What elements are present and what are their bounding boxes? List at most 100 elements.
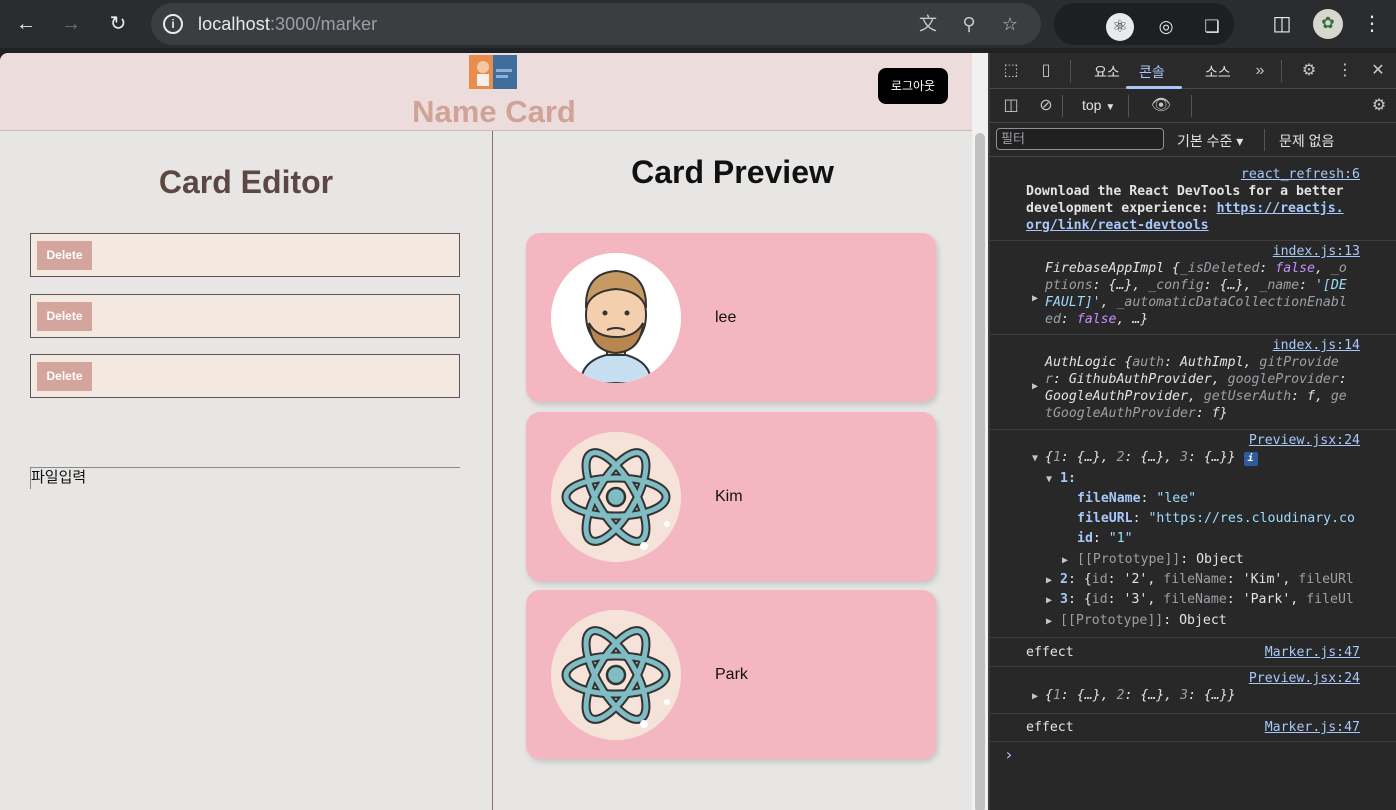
sidebar-toggle-icon[interactable]: ◫: [1000, 96, 1022, 116]
expand-triangle-icon[interactable]: ▶: [1062, 555, 1068, 566]
translate-icon[interactable]: 文: [916, 12, 940, 36]
object-property: fileURL: "https://res.cloudinary.co: [1077, 511, 1355, 526]
separator: [1264, 129, 1265, 151]
object-property[interactable]: [[Prototype]]: Object: [1077, 552, 1244, 567]
separator: [1281, 60, 1282, 82]
message-text: Download the React DevTools for a better: [1026, 184, 1344, 199]
expand-triangle-icon[interactable]: ▶: [1046, 616, 1052, 627]
object-preview[interactable]: FAULT]', _automaticDataCollectionEnabl: [1045, 295, 1347, 310]
more-menu-icon[interactable]: ⋮: [1358, 10, 1386, 38]
expand-triangle-icon[interactable]: ▶: [1046, 575, 1052, 586]
inspect-element-icon[interactable]: ⬚: [1000, 61, 1022, 81]
object-preview[interactable]: r: GithubAuthProvider, googleProvider:: [1045, 372, 1347, 387]
object-property[interactable]: [[Prototype]]: Object: [1060, 613, 1227, 628]
tab-sources[interactable]: 소스: [1205, 62, 1231, 82]
preview-card: lee: [526, 233, 936, 402]
object-preview[interactable]: ed: false, …}: [1045, 312, 1148, 327]
collapse-triangle-icon[interactable]: ▼: [1032, 453, 1038, 464]
delete-button[interactable]: Delete: [37, 302, 92, 331]
device-toolbar-icon[interactable]: ▯: [1035, 61, 1057, 81]
source-link[interactable]: index.js:14: [1273, 338, 1360, 353]
react-extension-icon[interactable]: ⚛: [1106, 13, 1134, 41]
close-devtools-icon[interactable]: ✕: [1367, 61, 1389, 81]
object-preview[interactable]: GoogleAuthProvider, getUserAuth: f, ge: [1045, 389, 1347, 404]
object-property[interactable]: 2: {id: '2', fileName: 'Kim', fileURl: [1060, 572, 1354, 587]
source-link[interactable]: Preview.jsx:24: [1249, 671, 1360, 686]
address-bar[interactable]: i localhost:3000/marker 文 ⚲ ☆: [151, 3, 1041, 45]
object-preview[interactable]: {1: {…}, 2: {…}, 3: {…}} i: [1045, 450, 1258, 466]
info-badge-icon[interactable]: i: [1243, 452, 1258, 466]
issues-count[interactable]: 문제 없음: [1279, 131, 1334, 151]
clear-console-icon[interactable]: ⊘: [1035, 96, 1057, 116]
url-text[interactable]: localhost:3000/marker: [198, 14, 377, 35]
logout-button[interactable]: 로그아웃: [878, 68, 948, 104]
zoom-icon[interactable]: ⚲: [957, 12, 981, 36]
forward-arrow-icon[interactable]: →: [57, 10, 85, 38]
console-prompt-icon[interactable]: ›: [1004, 745, 1014, 764]
separator: [1191, 95, 1192, 117]
filter-input[interactable]: 필터: [996, 128, 1164, 150]
more-options-icon[interactable]: ⋮: [1334, 61, 1356, 81]
devtools-link[interactable]: https://reactjs.: [1217, 201, 1344, 216]
object-preview[interactable]: {1: {…}, 2: {…}, 3: {…}}: [1045, 688, 1236, 703]
tab-console[interactable]: 콘솔: [1139, 62, 1165, 82]
expand-triangle-icon[interactable]: ▶: [1046, 595, 1052, 606]
card-preview: Card Preview lee Kim Park: [493, 131, 972, 810]
collapse-triangle-icon[interactable]: ▼: [1046, 474, 1052, 485]
object-property[interactable]: 3: {id: '3', fileName: 'Park', fileUl: [1060, 592, 1354, 607]
separator: [1062, 95, 1063, 117]
preview-title: Card Preview: [631, 154, 834, 190]
devtools-link[interactable]: org/link/react-devtools: [1026, 218, 1209, 233]
back-arrow-icon[interactable]: ←: [12, 10, 40, 38]
console-message: effect Marker.js:47: [990, 638, 1396, 667]
side-panel-icon[interactable]: ◫: [1268, 10, 1296, 38]
source-link[interactable]: Marker.js:47: [1265, 645, 1360, 660]
object-preview[interactable]: tGoogleAuthProvider: f}: [1045, 406, 1228, 421]
reload-icon[interactable]: ↻: [104, 10, 132, 38]
name-card-logo: [469, 55, 517, 89]
console-settings-gear-icon[interactable]: ⚙: [1368, 96, 1390, 116]
delete-button[interactable]: Delete: [37, 362, 92, 391]
devtools-panel: ⬚ ▯ 요소 콘솔 소스 » ⚙ ⋮ ✕ ◫ ⊘ top ▼ 👁 ⚙ 필터 기본…: [990, 53, 1396, 810]
object-preview[interactable]: FirebaseAppImpl {_isDeleted: false, _o: [1045, 261, 1347, 276]
settings-gear-icon[interactable]: ⚙: [1298, 61, 1320, 81]
object-preview[interactable]: ptions: {…}, _config: {…}, _name: '[DE: [1045, 278, 1347, 293]
expand-triangle-icon[interactable]: ▶: [1032, 691, 1038, 702]
delete-button[interactable]: Delete: [37, 241, 92, 270]
live-expression-eye-icon[interactable]: 👁: [1150, 96, 1172, 116]
puzzle-extensions-icon[interactable]: ❏: [1198, 13, 1226, 41]
profile-avatar[interactable]: ✿: [1313, 9, 1343, 39]
tab-elements[interactable]: 요소: [1094, 62, 1120, 82]
page-scrollbar-thumb[interactable]: [975, 133, 985, 810]
message-text: effect: [1026, 720, 1074, 735]
preview-card: Kim: [526, 412, 936, 581]
more-tabs-icon[interactable]: »: [1249, 61, 1271, 81]
edit-card-row[interactable]: Delete: [30, 354, 460, 398]
source-link[interactable]: Preview.jsx:24: [1249, 433, 1360, 448]
console-filter-bar: 필터 기본 수준 ▾ 문제 없음: [990, 123, 1396, 157]
edit-card-row[interactable]: Delete: [30, 294, 460, 338]
source-link[interactable]: index.js:13: [1273, 244, 1360, 259]
console-message: index.js:13 ▶ FirebaseAppImpl {_isDelete…: [990, 241, 1396, 335]
object-preview[interactable]: AuthLogic {auth: AuthImpl, gitProvide: [1045, 355, 1339, 370]
log-levels-dropdown[interactable]: 기본 수준 ▾: [1177, 131, 1243, 151]
file-input[interactable]: 파일입력: [30, 467, 460, 489]
source-link[interactable]: react_refresh:6: [1241, 167, 1360, 182]
expand-triangle-icon[interactable]: ▶: [1032, 293, 1038, 304]
console-output: react_refresh:6 Download the React DevTo…: [990, 157, 1396, 810]
object-key[interactable]: 1:: [1060, 471, 1076, 486]
context-selector[interactable]: top ▼: [1082, 97, 1115, 113]
message-text-part: development experience:: [1026, 201, 1217, 216]
record-extension-icon[interactable]: ◎: [1152, 13, 1180, 41]
chevron-down-icon: ▼: [1105, 102, 1116, 113]
source-link[interactable]: Marker.js:47: [1265, 720, 1360, 735]
bookmark-star-icon[interactable]: ☆: [998, 12, 1022, 36]
card-name: Park: [715, 666, 748, 683]
site-info-icon[interactable]: i: [163, 14, 183, 34]
expand-triangle-icon[interactable]: ▶: [1032, 381, 1038, 392]
card-editor: Card Editor Delete Delete Delete 파일입력: [0, 131, 492, 810]
message-text: development experience: https://reactjs.: [1026, 201, 1344, 216]
page-viewport: Name Card 로그아웃 Card Editor Delete Delete…: [0, 53, 988, 810]
edit-card-row[interactable]: Delete: [30, 233, 460, 277]
url-path: :3000/marker: [269, 14, 378, 34]
